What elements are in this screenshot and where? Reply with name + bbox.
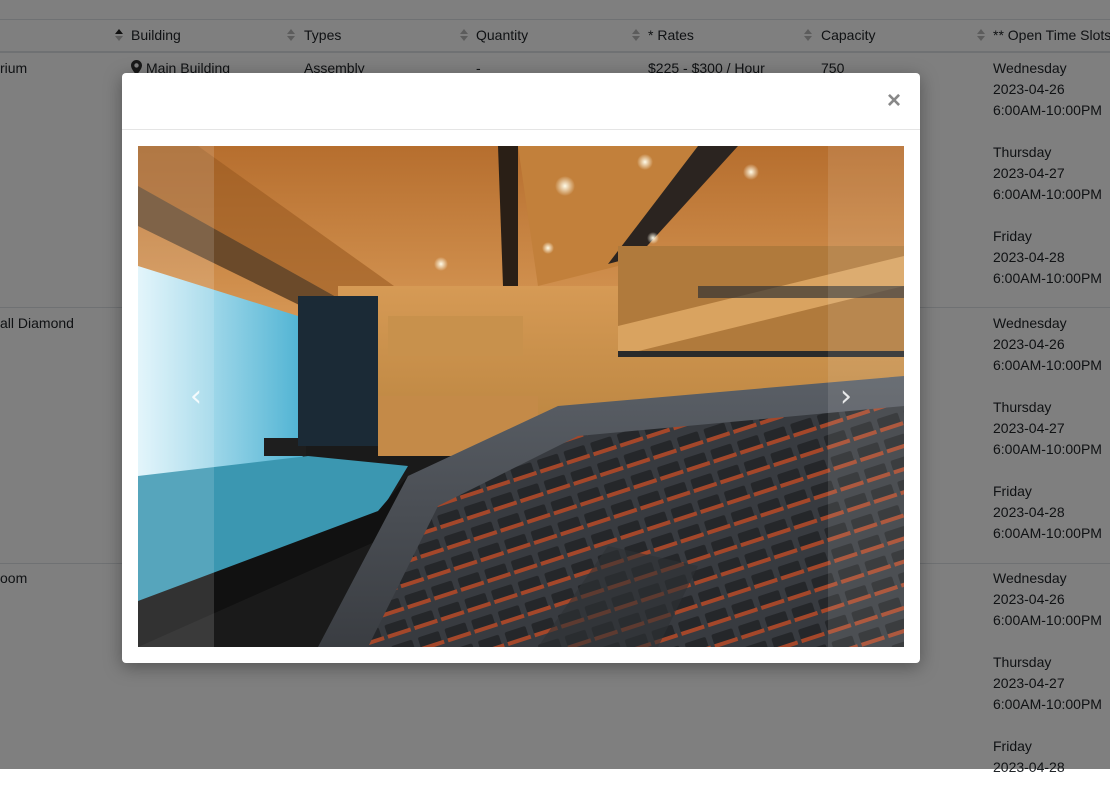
carousel-prev-button[interactable]: ‹ [138, 146, 214, 647]
auditorium-photo [138, 146, 904, 647]
image-modal: × ‹ › [122, 73, 920, 663]
image-carousel: ‹ › [138, 146, 904, 647]
chevron-left-icon: ‹ [190, 379, 202, 414]
carousel-next-button[interactable]: › [828, 146, 904, 647]
chevron-right-icon: › [840, 379, 852, 414]
close-icon[interactable]: × [884, 89, 904, 113]
modal-header: × [122, 73, 920, 130]
